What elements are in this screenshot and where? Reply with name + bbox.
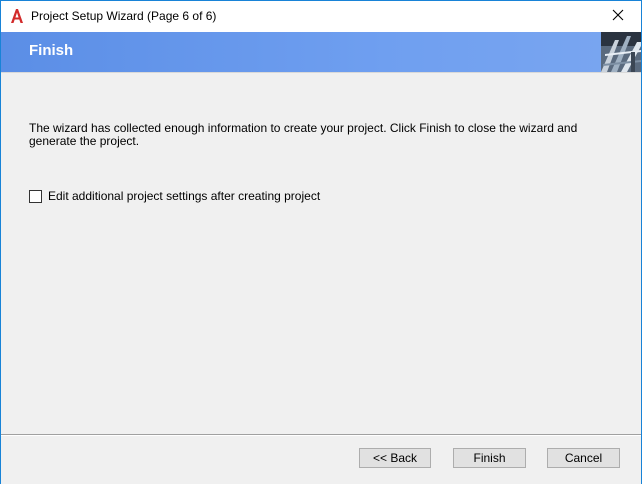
close-button[interactable] (595, 1, 641, 32)
page-title: Finish (29, 42, 74, 59)
close-icon (612, 8, 624, 26)
checkbox-box[interactable] (29, 189, 42, 203)
checkbox-label: Edit additional project settings after c… (48, 189, 321, 203)
autocad-a-icon (10, 8, 24, 24)
header-banner: Finish (1, 32, 641, 72)
cancel-button[interactable]: Cancel (547, 448, 620, 468)
title-bar[interactable]: Project Setup Wizard (Page 6 of 6) (1, 1, 641, 32)
content-area: The wizard has collected enough informat… (1, 72, 641, 435)
edit-settings-checkbox[interactable]: Edit additional project settings after c… (29, 189, 320, 203)
button-bar: << Back Finish Cancel (1, 434, 641, 484)
structure-photo-thumbnail (601, 32, 641, 72)
wizard-window: Project Setup Wizard (Page 6 of 6) Finis… (0, 0, 642, 484)
finish-button[interactable]: Finish (453, 448, 526, 468)
window-title: Project Setup Wizard (Page 6 of 6) (31, 9, 217, 23)
back-button[interactable]: << Back (359, 448, 431, 468)
wizard-description: The wizard has collected enough informat… (29, 121, 578, 148)
